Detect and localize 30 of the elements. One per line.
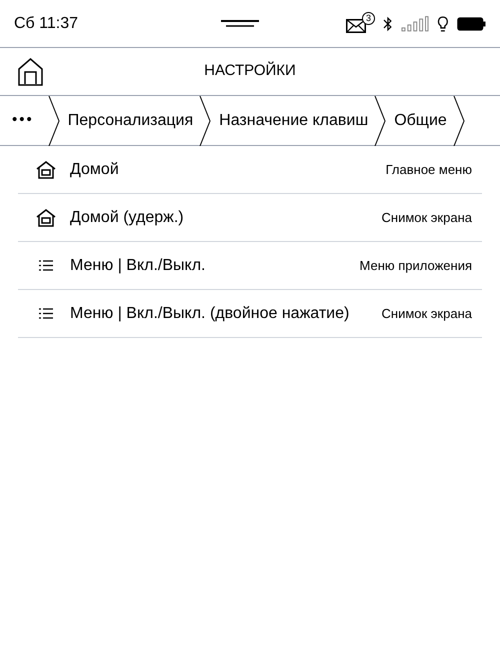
setting-label[interactable]: Домой [70, 158, 386, 182]
breadcrumb-item[interactable]: Персонализация [60, 96, 200, 145]
breadcrumb-item[interactable]: Назначение клавиш [211, 96, 374, 145]
setting-value: Снимок экрана [382, 304, 473, 323]
battery-icon [456, 16, 486, 30]
house-icon [36, 208, 56, 226]
mail-icon[interactable] [346, 18, 366, 32]
bluetooth-icon [383, 16, 394, 32]
house-icon [36, 160, 56, 178]
chevron-icon [199, 96, 212, 146]
handle-icon[interactable] [221, 20, 259, 28]
setting-value: Главное меню [386, 160, 473, 179]
setting-label[interactable]: Домой (удерж.) [70, 206, 382, 230]
clock-text: Сб 11:37 [14, 14, 80, 34]
home-icon[interactable] [18, 58, 43, 86]
page-title: НАСТРОЙКИ [204, 60, 296, 82]
list-icon [39, 308, 53, 319]
setting-label[interactable]: Меню | Вкл./Выкл. [70, 254, 360, 278]
list-icon [39, 260, 53, 271]
setting-value: Снимок экрана [382, 208, 473, 227]
more-button[interactable]: ••• [0, 96, 48, 145]
chevron-icon [452, 96, 465, 146]
setting-label[interactable]: Меню | Вкл./Выкл. (двойное нажатие) [70, 302, 382, 326]
chevron-icon [48, 96, 60, 146]
signal-icon [401, 16, 429, 32]
chevron-icon [374, 96, 386, 146]
mail-count-badge: 3 [362, 12, 376, 24]
light-bulb-icon [436, 16, 449, 32]
breadcrumb-item[interactable]: Общие [386, 96, 453, 145]
setting-value: Меню приложения [360, 256, 473, 275]
